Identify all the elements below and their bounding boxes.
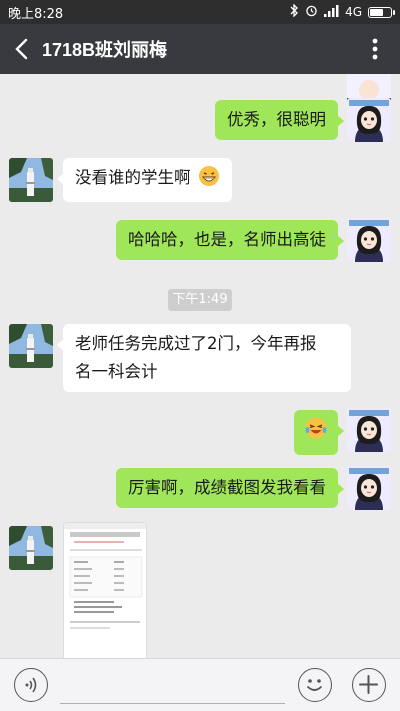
message-timestamp: 下午1:49 (168, 289, 232, 311)
message-input[interactable] (60, 703, 285, 704)
message-text-line: 老师任务完成过了2门，今年再报 (75, 334, 317, 353)
more-actions-button[interactable] (352, 668, 386, 702)
voice-icon (25, 677, 37, 693)
laughing-tears-face-icon (304, 416, 328, 449)
more-vertical-icon (372, 38, 378, 60)
message-bubble-incoming[interactable]: 没看谁的学生啊 (57, 158, 232, 202)
my-avatar[interactable] (347, 218, 391, 262)
contact-avatar[interactable] (9, 158, 53, 202)
my-avatar[interactable] (347, 98, 391, 142)
more-options-button[interactable] (350, 24, 400, 74)
message-list[interactable]: 优秀，很聪明 没看谁的学生啊 哈哈哈，也是，名师出高徒 下午1:49 老师任务完… (0, 74, 400, 658)
battery-level (370, 8, 383, 16)
status-bar: 晚上8:28 4G (0, 0, 400, 24)
my-avatar[interactable] (347, 408, 391, 452)
plus-icon (359, 675, 378, 694)
signal-icon (324, 4, 339, 20)
contact-avatar[interactable] (9, 324, 53, 368)
voice-input-button[interactable] (14, 668, 48, 702)
grinning-face-icon (198, 165, 220, 196)
contact-avatar[interactable] (9, 526, 53, 570)
battery-icon (368, 6, 395, 18)
chat-header: 1718B班刘丽梅 (0, 24, 400, 74)
smiley-icon (307, 679, 322, 691)
message-bubble-outgoing[interactable]: 厉害啊，成绩截图发我看看 (116, 468, 344, 508)
message-bubble-outgoing[interactable]: 优秀，很聪明 (215, 100, 344, 140)
message-bubble-outgoing[interactable]: 哈哈哈，也是，名师出高徒 (116, 220, 344, 260)
chat-title: 1718B班刘丽梅 (42, 40, 168, 60)
message-text: 厉害啊，成绩截图发我看看 (128, 478, 326, 497)
chevron-left-icon (15, 38, 28, 60)
message-text-line: 名一科会计 (75, 362, 158, 381)
message-text: 优秀，很聪明 (227, 110, 326, 129)
emoji-button[interactable] (298, 668, 332, 702)
status-icons: 4G (289, 3, 395, 20)
message-text: 哈哈哈，也是，名师出高徒 (128, 230, 326, 249)
bluetooth-icon (289, 3, 299, 20)
message-bubble-outgoing[interactable] (294, 410, 344, 455)
message-text: 没看谁的学生啊 (75, 168, 191, 187)
alarm-icon (305, 4, 318, 20)
image-message[interactable] (63, 522, 147, 658)
network-label: 4G (345, 5, 362, 19)
status-time: 晚上8:28 (8, 6, 64, 22)
score-screenshot-thumbnail (64, 523, 146, 658)
message-bubble-incoming[interactable]: 老师任务完成过了2门，今年再报 名一科会计 (57, 324, 351, 392)
my-avatar[interactable] (347, 466, 391, 510)
back-button[interactable] (0, 24, 42, 74)
input-bar (0, 658, 400, 711)
